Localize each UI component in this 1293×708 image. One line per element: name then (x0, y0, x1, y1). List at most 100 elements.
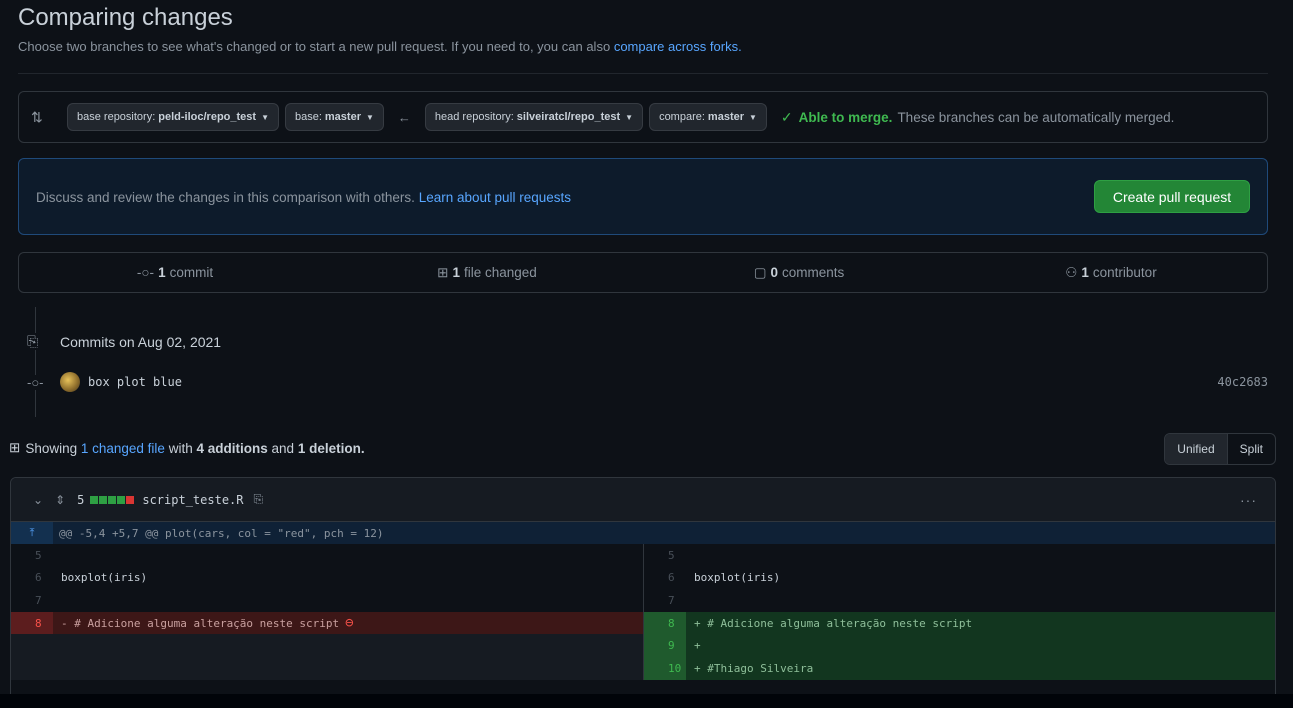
diff-line: 9 + (644, 634, 1275, 657)
chevron-down-icon[interactable]: ⌄ (33, 493, 43, 507)
compare-label: compare: (659, 111, 705, 123)
line-number[interactable]: 7 (11, 589, 53, 612)
diff-line: 5 (11, 544, 643, 567)
bottom-bar (0, 694, 1293, 708)
avatar[interactable] (60, 372, 80, 392)
repo-push-icon: ⎘ (27, 333, 60, 350)
base-repo-label: base repository: (77, 111, 156, 123)
commits-label: commit (169, 265, 214, 280)
split-button[interactable]: Split (1228, 434, 1275, 464)
line-number[interactable]: 6 (11, 567, 53, 590)
timeline-line (35, 307, 36, 417)
kebab-menu-icon[interactable]: ··· (1240, 492, 1257, 508)
people-icon: ⚇ (1065, 264, 1078, 280)
diff-line: 6 boxplot(iris) (11, 567, 643, 590)
diff-line (11, 634, 643, 657)
compare-branch-select[interactable]: compare: master ▼ (649, 103, 767, 131)
file-name[interactable]: script_teste.R (142, 493, 243, 507)
diff-line: 6 boxplot(iris) (644, 567, 1275, 590)
arrow-left-icon: ← (397, 109, 411, 125)
commit-message[interactable]: box plot blue (88, 375, 182, 389)
comments-count: 0 (770, 265, 778, 280)
git-commit-icon: -○- (136, 265, 155, 280)
commits-count: 1 (158, 265, 166, 280)
diff-summary: ⊞ Showing 1 changed file with 4 addition… (9, 440, 365, 456)
line-number[interactable]: 6 (644, 567, 686, 590)
remove-icon[interactable]: ⊖ (345, 615, 353, 631)
diffstat-add-block (99, 495, 108, 504)
learn-about-pull-requests-link[interactable]: Learn about pull requests (419, 190, 571, 205)
diff-line (11, 656, 643, 680)
git-commit-icon: -○- (27, 374, 60, 390)
caret-down-icon: ▼ (749, 112, 757, 122)
base-value: master (324, 111, 361, 123)
code-text: boxplot(iris) (694, 571, 781, 585)
diff-line: 8 + # Adicione alguma alteração neste scr… (644, 611, 1275, 635)
comments-label: comments (782, 265, 845, 280)
diffstat-add-block (108, 495, 117, 504)
line-number[interactable]: 5 (11, 544, 53, 567)
hunk-header: ⤒ @@ -5,4 +5,7 @@ plot(cars, col = "red"… (11, 522, 1275, 544)
commits-summary[interactable]: -○- 1 commit (19, 253, 331, 292)
line-number[interactable]: 10 (644, 656, 686, 680)
merge-status: ✓ Able to merge. These branches can be a… (781, 109, 1174, 126)
code-line: + (686, 634, 1275, 657)
blankslate-message: Discuss and review the changes in this c… (36, 190, 571, 205)
base-repository-select[interactable]: base repository: peld-iloc/repo_test ▼ (67, 103, 279, 131)
code-text: boxplot(iris) (61, 571, 148, 585)
diff-line: 5 (644, 544, 1275, 567)
code-line: + #Thiago Silveira (686, 656, 1275, 680)
contributors-count: 1 (1081, 265, 1089, 280)
commit-sha[interactable]: 40c2683 (1217, 375, 1268, 389)
expand-up-icon[interactable]: ⤒ (11, 522, 53, 544)
overall-summary: -○- 1 commit ⊞ 1 file changed ▢ 0 commen… (18, 252, 1268, 293)
diff-left-side: 5 6 boxplot(iris) 7 8 - # Adicione alguma alt… (11, 544, 643, 680)
compare-across-forks-link[interactable]: compare across forks. (614, 39, 742, 54)
files-summary[interactable]: ⊞ 1 file changed (331, 253, 643, 292)
line-number[interactable] (11, 656, 53, 680)
subtitle-text: Choose two branches to see what's change… (18, 39, 611, 54)
line-number[interactable] (11, 634, 53, 657)
base-repo-value: peld-iloc/repo_test (158, 111, 257, 123)
additions-count: 4 additions (196, 440, 268, 456)
diffstat-blocks (90, 495, 135, 504)
create-pull-request-button[interactable]: Create pull request (1094, 180, 1250, 213)
code-text: - # Adicione alguma alteração neste scri… (61, 616, 340, 630)
blankslate-text: Discuss and review the changes in this c… (36, 190, 415, 205)
unfold-icon[interactable]: ⇕ (55, 493, 65, 507)
head-repo-label: head repository: (434, 111, 514, 123)
compare-value: master (707, 111, 744, 123)
code-line: - # Adicione alguma alteração neste scri… (53, 611, 643, 635)
code-text: + #Thiago Silveira (694, 661, 814, 675)
line-number[interactable]: 7 (644, 589, 686, 612)
diff-right-side: 5 6 boxplot(iris) 7 8 + # Adicione alguma alt… (643, 544, 1275, 680)
head-repository-select[interactable]: head repository: silveiratcl/repo_test ▼ (424, 103, 644, 131)
commit-row: -○- box plot blue 40c2683 (27, 372, 1268, 392)
code-line: + # Adicione alguma alteração neste scri… (686, 611, 1275, 635)
contributors-summary[interactable]: ⚇ 1 contributor (955, 253, 1267, 292)
page-subtitle: Choose two branches to see what's change… (18, 39, 742, 54)
unified-button[interactable]: Unified (1165, 434, 1228, 464)
files-label: file changed (464, 265, 537, 280)
divider (18, 73, 1268, 74)
caret-down-icon: ▼ (261, 112, 269, 122)
base-label: base: (294, 111, 322, 123)
copy-path-icon[interactable]: ⎘ (254, 492, 264, 507)
comments-summary[interactable]: ▢ 0 comments (643, 253, 955, 292)
code-text: + (694, 639, 701, 653)
code-line: boxplot(iris) (686, 567, 1275, 590)
line-number[interactable]: 8 (11, 611, 53, 635)
range-editor: ⇅ base repository: peld-iloc/repo_test ▼… (18, 91, 1268, 143)
base-branch-select[interactable]: base: master ▼ (284, 103, 384, 131)
with-text: with (168, 440, 193, 456)
line-number[interactable]: 5 (644, 544, 686, 567)
line-number[interactable]: 9 (644, 634, 686, 657)
line-number[interactable]: 8 (644, 611, 686, 635)
page-title: Comparing changes (18, 4, 233, 31)
merge-msg: These branches can be automatically merg… (897, 109, 1175, 125)
head-repo-value: silveiratcl/repo_test (516, 111, 621, 123)
dot: . (360, 440, 365, 456)
changed-file-link[interactable]: 1 changed file (81, 441, 165, 456)
